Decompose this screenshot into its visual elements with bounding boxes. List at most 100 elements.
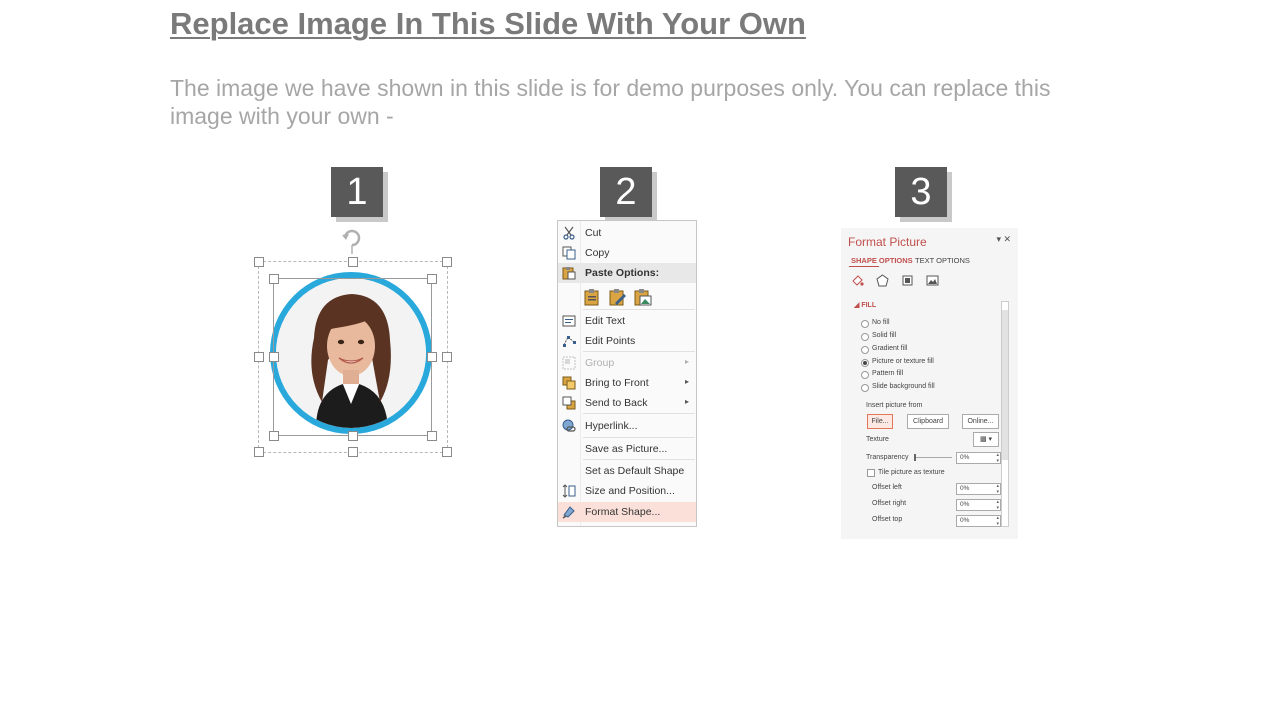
menu-item-paste-options: Paste Options: xyxy=(558,263,696,283)
transparency-label: Transparency xyxy=(866,454,909,461)
menu-item-size-position[interactable]: Size and Position... xyxy=(558,481,696,501)
size-properties-icon[interactable] xyxy=(901,274,914,287)
radio-slide-background-fill[interactable] xyxy=(861,384,869,392)
submenu-arrow-icon: ▸ xyxy=(684,377,689,386)
radio-solid-fill[interactable] xyxy=(861,333,869,341)
paste-icon xyxy=(562,267,576,280)
offset-right-label: Offset right xyxy=(872,500,907,507)
submenu-arrow-icon: ▸ xyxy=(684,397,689,406)
offset-left-label: Offset left xyxy=(872,484,902,491)
context-menu: Cut Copy Paste Options: Edit Text Edit P… xyxy=(557,220,697,527)
radio-pattern-fill[interactable] xyxy=(861,371,869,379)
menu-item-bring-to-front[interactable]: Bring to Front ▸ xyxy=(558,373,696,393)
tile-label: Tile picture as texture xyxy=(878,469,945,476)
resize-handle-inner-br[interactable] xyxy=(427,431,437,441)
resize-handle-inner-r[interactable] xyxy=(427,352,437,362)
menu-item-label: Size and Position... xyxy=(585,485,675,497)
size-position-icon xyxy=(562,484,576,498)
pane-scrollbar[interactable] xyxy=(1001,301,1009,527)
menu-item-edit-text[interactable]: Edit Text xyxy=(558,311,696,331)
paste-keep-format-icon[interactable] xyxy=(584,288,602,306)
menu-item-send-to-back[interactable]: Send to Back ▸ xyxy=(558,393,696,413)
menu-item-edit-points[interactable]: Edit Points xyxy=(558,331,696,351)
slide-subtitle: The image we have shown in this slide is… xyxy=(170,75,1051,129)
tab-shape-options[interactable]: SHAPE OPTIONS xyxy=(851,256,913,265)
submenu-arrow-icon: ▸ xyxy=(684,357,689,366)
menu-item-label: Save as Picture... xyxy=(585,443,668,455)
resize-handle-inner-bl[interactable] xyxy=(269,431,279,441)
copy-icon xyxy=(562,246,576,260)
menu-item-hyperlink[interactable]: Hyperlink... xyxy=(558,416,696,436)
paste-picture-icon[interactable] xyxy=(634,288,652,306)
menu-item-label: Paste Options: xyxy=(585,267,660,279)
offset-left-field[interactable]: 0% ▴ ▾ xyxy=(956,483,1001,495)
offset-top-label: Offset top xyxy=(872,516,903,523)
resize-handle-outer-tr[interactable] xyxy=(442,257,452,267)
clipboard-button[interactable]: Clipboard xyxy=(907,414,949,429)
radio-label: Slide background fill xyxy=(872,383,935,390)
menu-item-save-as-picture[interactable]: Save as Picture... xyxy=(558,439,696,459)
online-button[interactable]: Online... xyxy=(962,414,999,429)
menu-item-label: Send to Back xyxy=(585,397,648,409)
transparency-field[interactable]: 0% ▴ ▾ xyxy=(956,452,1001,464)
edit-text-icon xyxy=(562,315,576,327)
resize-handle-inner-l[interactable] xyxy=(269,352,279,362)
step-badge-2: 2 xyxy=(600,167,652,217)
offset-top-field[interactable]: 0% ▴ ▾ xyxy=(956,515,1001,527)
offset-right-field[interactable]: 0% ▴ ▾ xyxy=(956,499,1001,511)
fill-section-header[interactable]: ◢ FILL xyxy=(854,301,876,309)
edit-points-icon xyxy=(563,336,576,347)
radio-picture-fill[interactable] xyxy=(861,359,869,367)
texture-dropdown[interactable]: ▩ ▾ xyxy=(973,432,999,447)
slide-title: Replace Image In This Slide With Your Ow… xyxy=(170,6,806,41)
tab-text-options[interactable]: TEXT OPTIONS xyxy=(915,256,970,265)
selected-picture-shape[interactable] xyxy=(250,224,455,464)
effects-icon[interactable] xyxy=(876,274,889,287)
resize-handle-outer-t[interactable] xyxy=(348,257,358,267)
send-back-icon xyxy=(562,396,576,410)
menu-separator xyxy=(583,309,695,310)
menu-separator xyxy=(583,437,695,438)
transparency-slider-thumb[interactable] xyxy=(914,454,916,461)
tile-checkbox[interactable] xyxy=(867,469,875,477)
selection-outline-inner xyxy=(273,278,432,436)
menu-item-label: Cut xyxy=(585,227,602,239)
file-button[interactable]: File... xyxy=(867,414,893,429)
menu-separator xyxy=(583,351,695,352)
step-badge-1: 1 xyxy=(331,167,383,217)
radio-label: Gradient fill xyxy=(872,345,908,352)
pane-category-icons xyxy=(851,274,939,289)
pane-close-icon[interactable]: ▾ ✕ xyxy=(996,234,1011,245)
paste-use-destination-icon[interactable] xyxy=(609,288,627,306)
radio-gradient-fill[interactable] xyxy=(861,346,869,354)
texture-label: Texture xyxy=(866,436,889,443)
scrollbar-thumb[interactable] xyxy=(1002,310,1008,460)
active-tab-underline xyxy=(849,266,879,267)
transparency-slider[interactable] xyxy=(914,457,952,458)
menu-item-format-shape[interactable]: Format Shape... xyxy=(558,502,696,522)
menu-item-cut[interactable]: Cut xyxy=(558,223,696,243)
fill-line-icon[interactable] xyxy=(851,274,864,287)
bring-front-icon xyxy=(562,376,576,390)
resize-handle-outer-bl[interactable] xyxy=(254,447,264,457)
insert-picture-label: Insert picture from xyxy=(866,402,923,409)
resize-handle-outer-b[interactable] xyxy=(348,447,358,457)
radio-no-fill[interactable] xyxy=(861,320,869,328)
menu-item-copy[interactable]: Copy xyxy=(558,243,696,263)
rotate-handle-icon[interactable] xyxy=(341,226,363,254)
menu-item-label: Copy xyxy=(585,247,610,259)
resize-handle-outer-tl[interactable] xyxy=(254,257,264,267)
menu-item-label: Bring to Front xyxy=(585,377,649,389)
resize-handle-inner-b[interactable] xyxy=(348,431,358,441)
menu-item-group[interactable]: Group ▸ xyxy=(558,353,696,373)
hyperlink-icon xyxy=(562,419,576,432)
resize-handle-inner-tr[interactable] xyxy=(427,274,437,284)
resize-handle-inner-tl[interactable] xyxy=(269,274,279,284)
menu-separator xyxy=(583,459,695,460)
resize-handle-outer-l[interactable] xyxy=(254,352,264,362)
picture-icon[interactable] xyxy=(926,274,939,287)
menu-item-label: Group xyxy=(585,357,615,369)
menu-item-set-default-shape[interactable]: Set as Default Shape xyxy=(558,461,696,481)
resize-handle-outer-br[interactable] xyxy=(442,447,452,457)
resize-handle-outer-r[interactable] xyxy=(442,352,452,362)
